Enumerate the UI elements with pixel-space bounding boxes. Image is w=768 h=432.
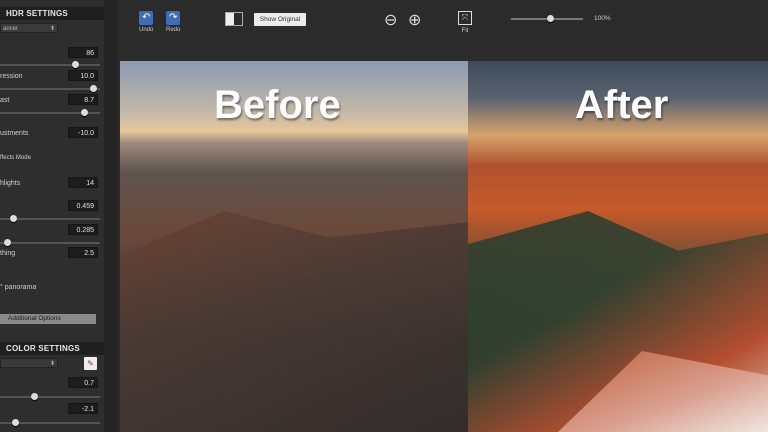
setting-label-3: ast — [0, 97, 10, 104]
setting-label-4: ustments — [0, 130, 29, 137]
zoom-in-icon[interactable]: ⊕ — [408, 10, 421, 30]
hdr-settings-header[interactable]: HDR SETTINGS — [0, 7, 104, 20]
slider-knob[interactable] — [81, 109, 88, 116]
setting-label-9: thing — [0, 250, 16, 257]
zoom-slider[interactable] — [511, 15, 583, 22]
fit-icon: ⤧ — [458, 11, 472, 25]
slider-2[interactable] — [0, 85, 100, 92]
fit-label: Fit — [461, 28, 469, 34]
additional-options-button[interactable]: Additional Options — [0, 314, 96, 324]
zoom-out-icon[interactable]: ⊖ — [384, 10, 397, 30]
show-original-button[interactable]: Show Original — [254, 13, 306, 26]
preset-select[interactable]: ancer ⬍ — [0, 23, 58, 33]
slider-knob[interactable] — [12, 419, 19, 426]
value-field-1[interactable]: 86 — [68, 47, 98, 58]
slider-8[interactable] — [0, 239, 100, 246]
value-field-4[interactable]: -10.0 — [68, 127, 98, 138]
color-value-2[interactable]: -2.1 — [68, 403, 98, 414]
undo-icon: ↶ — [139, 11, 154, 25]
value-field-7[interactable]: 0.459 — [68, 200, 98, 211]
value-field-9[interactable]: 2.5 — [68, 247, 98, 258]
zoom-percentage: 100% — [594, 15, 611, 22]
after-image: After — [468, 61, 768, 432]
additional-options-label: Additional Options — [8, 315, 61, 322]
after-label: After — [575, 83, 669, 127]
toolbar: ↶ Undo ↷ Redo Show Original ⊖ ⊕ ⤧ Fit 10… — [118, 0, 768, 60]
color-slider-2[interactable] — [0, 419, 100, 426]
slider-3[interactable] — [0, 109, 100, 116]
slider-knob[interactable] — [31, 393, 38, 400]
slider-knob[interactable] — [4, 239, 11, 246]
brush-icon[interactable]: ✎ — [84, 357, 97, 370]
slider-knob[interactable] — [72, 61, 79, 68]
split-view-icon[interactable] — [225, 12, 243, 26]
setting-label-2: ression — [0, 73, 23, 80]
panel-scroll-strip[interactable] — [104, 0, 118, 432]
value-field-6[interactable]: 14 — [68, 177, 98, 188]
value-field-3[interactable]: 8.7 — [68, 94, 98, 105]
redo-label: Redo — [166, 27, 181, 33]
chevron-updown-icon: ⬍ — [49, 26, 55, 32]
undo-label: Undo — [139, 27, 154, 33]
image-preview[interactable]: Before After — [120, 61, 768, 432]
preset-select-value: ancer — [3, 26, 19, 32]
chevron-updown-icon: ⬍ — [49, 361, 55, 367]
color-value-1[interactable]: 0.7 — [68, 377, 98, 388]
fit-button[interactable]: ⤧ Fit — [458, 11, 472, 34]
redo-icon: ↷ — [166, 11, 181, 25]
setting-label-6: hlights — [0, 180, 21, 187]
redo-button[interactable]: ↷ Redo — [166, 11, 180, 33]
before-label: Before — [214, 83, 341, 127]
value-field-2[interactable]: 10.0 — [68, 70, 98, 81]
color-settings-header[interactable]: COLOR SETTINGS — [0, 342, 104, 355]
zoom-slider-knob[interactable] — [547, 15, 554, 22]
undo-button[interactable]: ↶ Undo — [139, 11, 153, 33]
before-image: Before — [120, 61, 468, 432]
panorama-checkbox-label[interactable]: ° panorama — [0, 284, 36, 291]
slider-1[interactable] — [0, 61, 100, 68]
color-slider-1[interactable] — [0, 393, 100, 400]
color-preset-select[interactable]: ⬍ — [0, 358, 58, 368]
slider-knob[interactable] — [10, 215, 17, 222]
settings-panel: HDR SETTINGS ancer ⬍ 86 ression 10.0 ast… — [0, 0, 105, 432]
slider-7[interactable] — [0, 215, 100, 222]
value-field-8[interactable]: 0.285 — [68, 224, 98, 235]
slider-knob[interactable] — [90, 85, 97, 92]
setting-label-5: ffects Mode — [0, 155, 31, 161]
